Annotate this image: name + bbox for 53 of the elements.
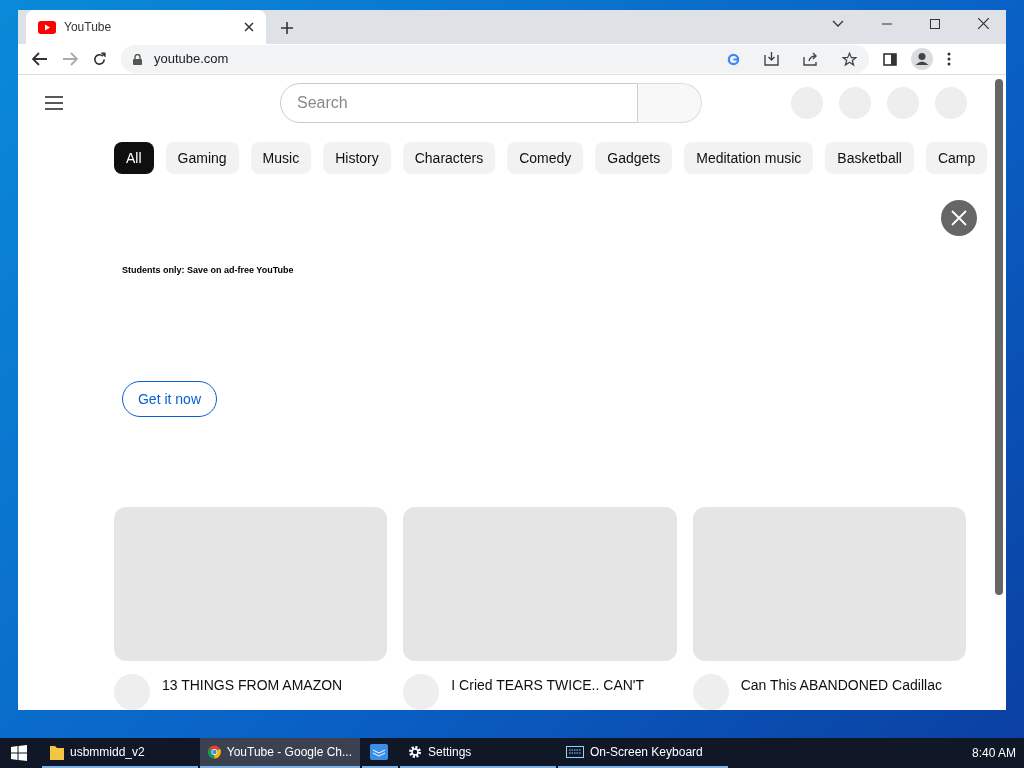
category-chip[interactable]: Camp bbox=[925, 142, 988, 174]
install-icon[interactable] bbox=[764, 52, 779, 66]
video-title[interactable]: 13 THINGS FROM AMAZON bbox=[162, 674, 343, 710]
scrollbar-thumb[interactable] bbox=[995, 79, 1003, 595]
side-panel-icon[interactable] bbox=[883, 52, 897, 66]
chevron-down-icon[interactable] bbox=[832, 19, 844, 28]
category-chip[interactable]: Gaming bbox=[165, 142, 239, 174]
profile-icon[interactable] bbox=[911, 48, 933, 70]
address-bar[interactable]: youtube.com bbox=[121, 45, 869, 73]
close-button[interactable] bbox=[941, 200, 977, 236]
category-chip[interactable]: Gadgets bbox=[595, 142, 673, 174]
category-chip[interactable]: All bbox=[114, 142, 154, 174]
close-icon[interactable] bbox=[244, 22, 254, 33]
share-icon[interactable] bbox=[803, 52, 818, 66]
google-icon[interactable] bbox=[727, 52, 740, 66]
video-title[interactable]: Can This ABANDONED Cadillac bbox=[740, 674, 942, 710]
tab-title: YouTube bbox=[64, 19, 113, 37]
keyboard-icon bbox=[566, 746, 584, 758]
video-title[interactable]: I Cried TEARS TWICE.. CAN'T bbox=[451, 674, 645, 710]
windows-start-icon[interactable] bbox=[11, 745, 27, 761]
clock: 8:40 AM bbox=[971, 745, 1016, 762]
category-chip[interactable]: History bbox=[323, 142, 391, 174]
address-text: youtube.com bbox=[154, 50, 230, 69]
promo-text: Students only: Save on ad-free YouTube bbox=[122, 265, 294, 275]
taskbar-button[interactable]: Settings bbox=[400, 738, 556, 768]
maximize-icon[interactable] bbox=[930, 18, 940, 29]
category-chip[interactable]: Meditation music bbox=[684, 142, 814, 174]
star-icon[interactable] bbox=[842, 51, 857, 67]
menu-icon[interactable] bbox=[45, 96, 63, 110]
lock-icon bbox=[133, 53, 142, 65]
gear-icon bbox=[408, 745, 422, 759]
search-field[interactable]: Search bbox=[280, 83, 638, 123]
reload-icon[interactable] bbox=[92, 51, 107, 67]
category-chip[interactable]: Basketball bbox=[825, 142, 914, 174]
video-thumbnail-placeholder[interactable] bbox=[692, 507, 966, 661]
close-icon[interactable] bbox=[978, 18, 989, 29]
chrome-icon bbox=[208, 744, 221, 760]
taskbar-button[interactable]: YouTube - Google Ch... bbox=[200, 738, 360, 768]
category-chip[interactable]: Music bbox=[250, 142, 312, 174]
minimize-icon[interactable] bbox=[882, 22, 892, 25]
video-thumbnail-placeholder[interactable] bbox=[403, 507, 677, 661]
app-icon bbox=[370, 744, 388, 760]
folder-icon bbox=[50, 744, 64, 760]
category-chip[interactable]: Comedy bbox=[507, 142, 584, 174]
new-tab-icon[interactable] bbox=[281, 22, 293, 35]
video-thumbnail-placeholder[interactable] bbox=[114, 507, 388, 661]
category-chip[interactable]: Characters bbox=[402, 142, 496, 174]
taskbar-button[interactable]: On-Screen Keyboard bbox=[558, 738, 728, 768]
menu-icon[interactable] bbox=[947, 52, 951, 66]
taskbar-button[interactable]: usbmmidd_v2 bbox=[42, 738, 198, 768]
back-icon[interactable] bbox=[32, 52, 48, 66]
youtube-logo-icon bbox=[38, 20, 56, 34]
browser-tab[interactable]: YouTube bbox=[26, 10, 266, 45]
